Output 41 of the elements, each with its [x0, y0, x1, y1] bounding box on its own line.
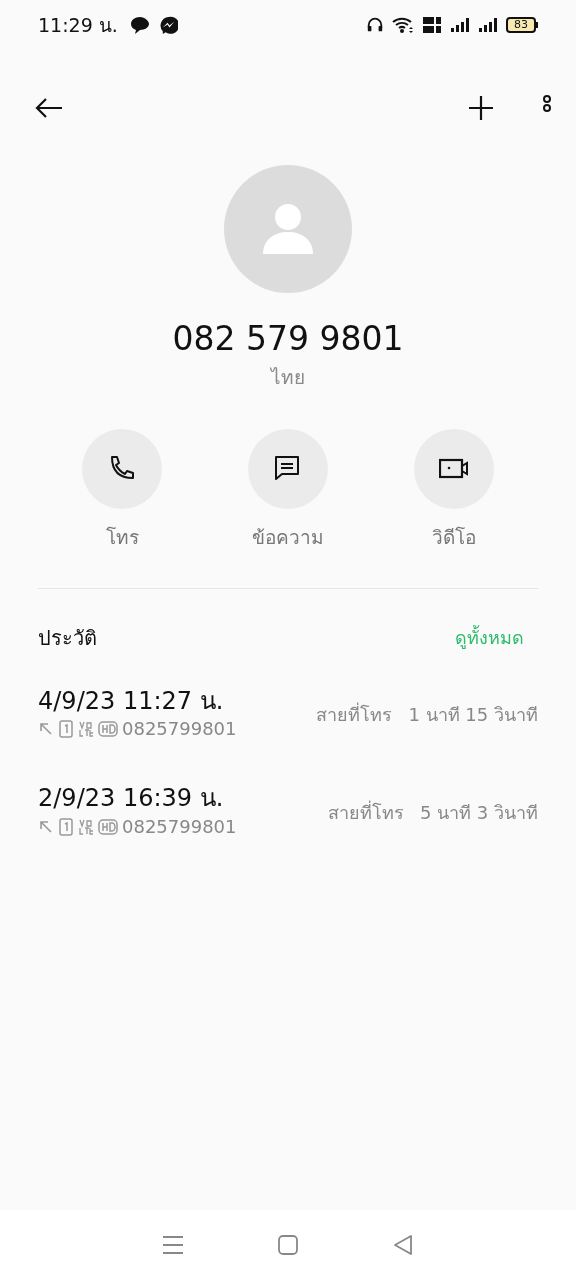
outgoing-arrow-icon — [38, 818, 54, 835]
add-contact-button[interactable] — [468, 94, 494, 121]
phone-number: 082 579 9801 — [172, 319, 404, 359]
signal-icon — [478, 17, 498, 33]
menu-button[interactable] — [161, 1235, 184, 1255]
home-button[interactable] — [277, 1234, 299, 1256]
call-number: 0825799801 — [122, 717, 237, 742]
back-arrow-icon — [34, 95, 64, 120]
call-type: สายที่โทร — [327, 799, 404, 825]
call-duration: 1 นาที 15 วินาที — [408, 703, 538, 727]
call-type: สายที่โทร — [316, 701, 393, 727]
hd-icon — [98, 818, 118, 835]
location-label: ไทย — [271, 364, 305, 390]
hd-icon — [98, 720, 118, 737]
chat-bubble-icon — [129, 15, 150, 35]
plus-icon — [468, 94, 494, 121]
call-duration: 5 นาที 3 วินาที — [419, 800, 538, 825]
square-icon — [277, 1234, 299, 1256]
call-datetime: 2/9/23 16:39 น. — [38, 784, 225, 814]
person-silhouette-icon — [262, 203, 314, 255]
outgoing-arrow-icon — [38, 720, 54, 737]
video-label: วิดีโอ — [432, 525, 476, 551]
call-log-row[interactable]: 2/9/23 16:39 น. 0825799801 สายที่โทร 5 นาที 3 วินาที — [0, 784, 576, 841]
triangle-back-icon — [392, 1234, 415, 1256]
battery-indicator: 83 — [506, 17, 536, 33]
call-label: โทร — [105, 525, 139, 551]
menu-icon — [161, 1235, 184, 1255]
back-nav-button[interactable] — [392, 1234, 415, 1256]
wifi-icon — [392, 16, 414, 34]
sim-card-icon — [58, 719, 74, 738]
message-label: ข้อความ — [252, 525, 324, 551]
sim-card-icon — [58, 817, 74, 836]
back-button[interactable] — [34, 95, 64, 120]
history-heading: ประวัติ — [38, 624, 97, 652]
headphones-icon — [366, 16, 384, 34]
signal-icon — [450, 17, 470, 33]
chat-bubble-icon — [158, 15, 178, 35]
call-number: 0825799801 — [122, 815, 237, 840]
call-log-row[interactable]: 4/9/23 11:27 น. 0825799801 สายที่โทร 1 นาที 15 วินาที — [0, 686, 576, 743]
call-datetime: 4/9/23 11:27 น. — [38, 686, 225, 716]
status-time: 11:29 น. — [38, 12, 118, 38]
